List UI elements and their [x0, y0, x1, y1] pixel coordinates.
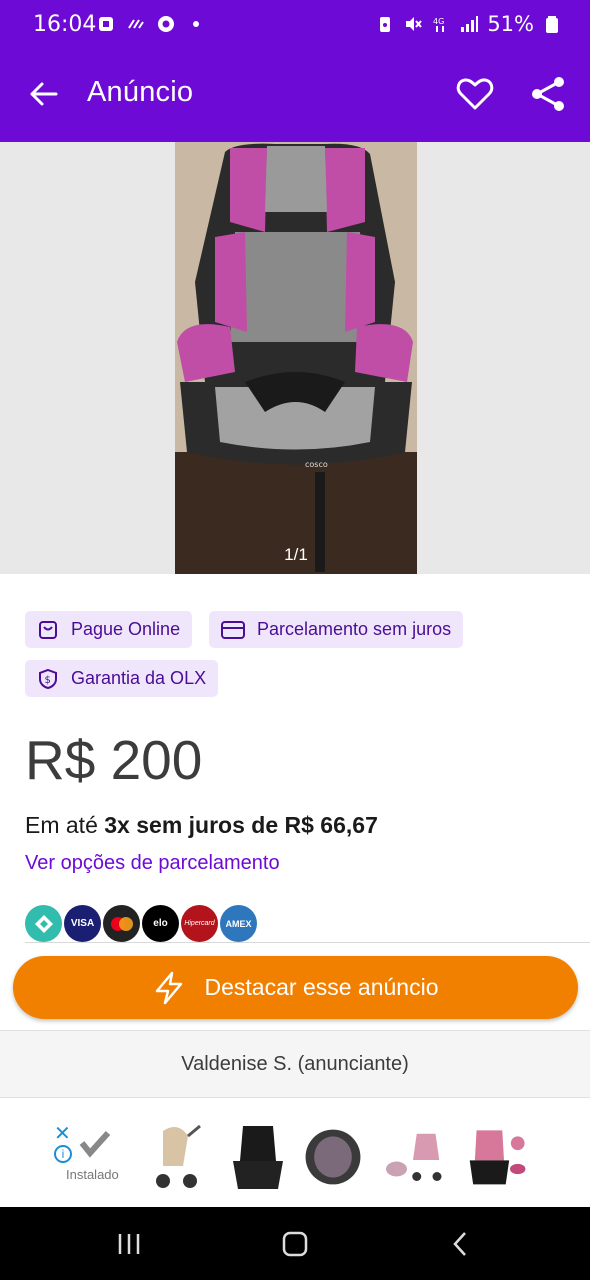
system-nav-bar: [0, 1207, 590, 1280]
installments-prefix: Em até: [25, 812, 98, 838]
installments-highlight: 3x sem juros de R$ 66,67: [104, 812, 378, 838]
image-gallery[interactable]: cosco 1/1: [0, 142, 590, 574]
visa-icon: VISA: [64, 905, 101, 942]
badge-parcelamento: Parcelamento sem juros: [209, 611, 464, 648]
installments-info: Em até 3x sem juros de R$ 66,67: [25, 812, 378, 839]
notification-icons: [96, 14, 206, 34]
signal-icon: [461, 16, 479, 32]
svg-text:$: $: [45, 675, 51, 686]
booster-seat-pink-icon: [469, 1130, 526, 1185]
lightning-icon: [155, 971, 182, 1004]
seller-box[interactable]: Valdenise S. (anunciante): [0, 1030, 590, 1098]
svg-text:4G: 4G: [433, 17, 444, 26]
highlight-ad-label: Destacar esse anúncio: [204, 974, 439, 1000]
highlight-ad-button[interactable]: Destacar esse anúncio: [13, 956, 578, 1019]
hipercard-icon: Hipercard: [181, 905, 218, 942]
car-seat-grey-icon: [305, 1129, 361, 1185]
notification-b-icon: [99, 17, 113, 31]
lock-icon: [380, 17, 391, 32]
badge-pague-online: Pague Online: [25, 611, 193, 648]
shield-dollar-icon: $: [39, 668, 57, 689]
ad-info-icon[interactable]: i: [54, 1145, 72, 1163]
battery-percent: 51%: [487, 12, 534, 36]
mute-icon: [406, 17, 423, 31]
app-bar: Anúncio: [0, 56, 590, 132]
back-nav-icon[interactable]: [446, 1229, 476, 1259]
back-arrow-icon[interactable]: [24, 74, 64, 114]
bag-icon: [39, 620, 57, 639]
badge-label: Parcelamento sem juros: [257, 619, 452, 639]
divider: [25, 942, 590, 943]
system-icons: 4G 51%: [375, 12, 562, 36]
badge-label: Pague Online: [71, 619, 181, 639]
favorite-heart-icon[interactable]: [455, 74, 495, 114]
payment-methods: VISA elo Hipercard AMEX: [25, 905, 257, 942]
ad-installed-label: Instalado: [66, 1167, 119, 1182]
booster-seat-black-icon: [233, 1126, 283, 1189]
chrome-icon: [158, 16, 174, 32]
car-seat-image: cosco: [175, 142, 417, 574]
pix-icon: [25, 905, 62, 942]
battery-icon: [546, 16, 558, 33]
badge-label: Garantia da OLX: [71, 668, 207, 688]
stroller-icon: [156, 1124, 201, 1188]
card-icon: [221, 620, 245, 639]
status-bar: 16:04 4G 51%: [0, 0, 590, 50]
installed-check-icon: [79, 1130, 111, 1158]
top-bar: 16:04 4G 51% Anúncio: [0, 0, 590, 142]
image-counter: 1/1: [284, 545, 308, 564]
page-title: Anúncio: [87, 76, 194, 108]
svg-text:cosco: cosco: [305, 460, 328, 469]
seller-name: Valdenise S.: [181, 1052, 293, 1075]
price: R$ 200: [25, 729, 203, 791]
badge-garantia: $ Garantia da OLX: [25, 660, 219, 697]
amex-icon: AMEX: [220, 905, 257, 942]
ad-banner[interactable]: ✕ i Instalado: [48, 1117, 542, 1203]
travel-system-pink-icon: [386, 1133, 442, 1181]
seller-role: (anunciante): [297, 1052, 409, 1075]
share-icon[interactable]: [528, 74, 568, 114]
installment-options-link[interactable]: Ver opções de parcelamento: [25, 852, 280, 875]
elo-icon: elo: [142, 905, 179, 942]
recent-apps-icon[interactable]: [114, 1229, 144, 1259]
mastercard-icon: [103, 905, 140, 942]
product-photo[interactable]: cosco: [175, 142, 417, 574]
ad-close-icon[interactable]: ✕: [54, 1121, 71, 1146]
status-time: 16:04: [33, 12, 97, 37]
home-icon[interactable]: [280, 1229, 310, 1259]
network-4g-icon: 4G: [433, 17, 445, 32]
dot-icon: [193, 21, 199, 27]
activity-icon: [128, 19, 144, 29]
